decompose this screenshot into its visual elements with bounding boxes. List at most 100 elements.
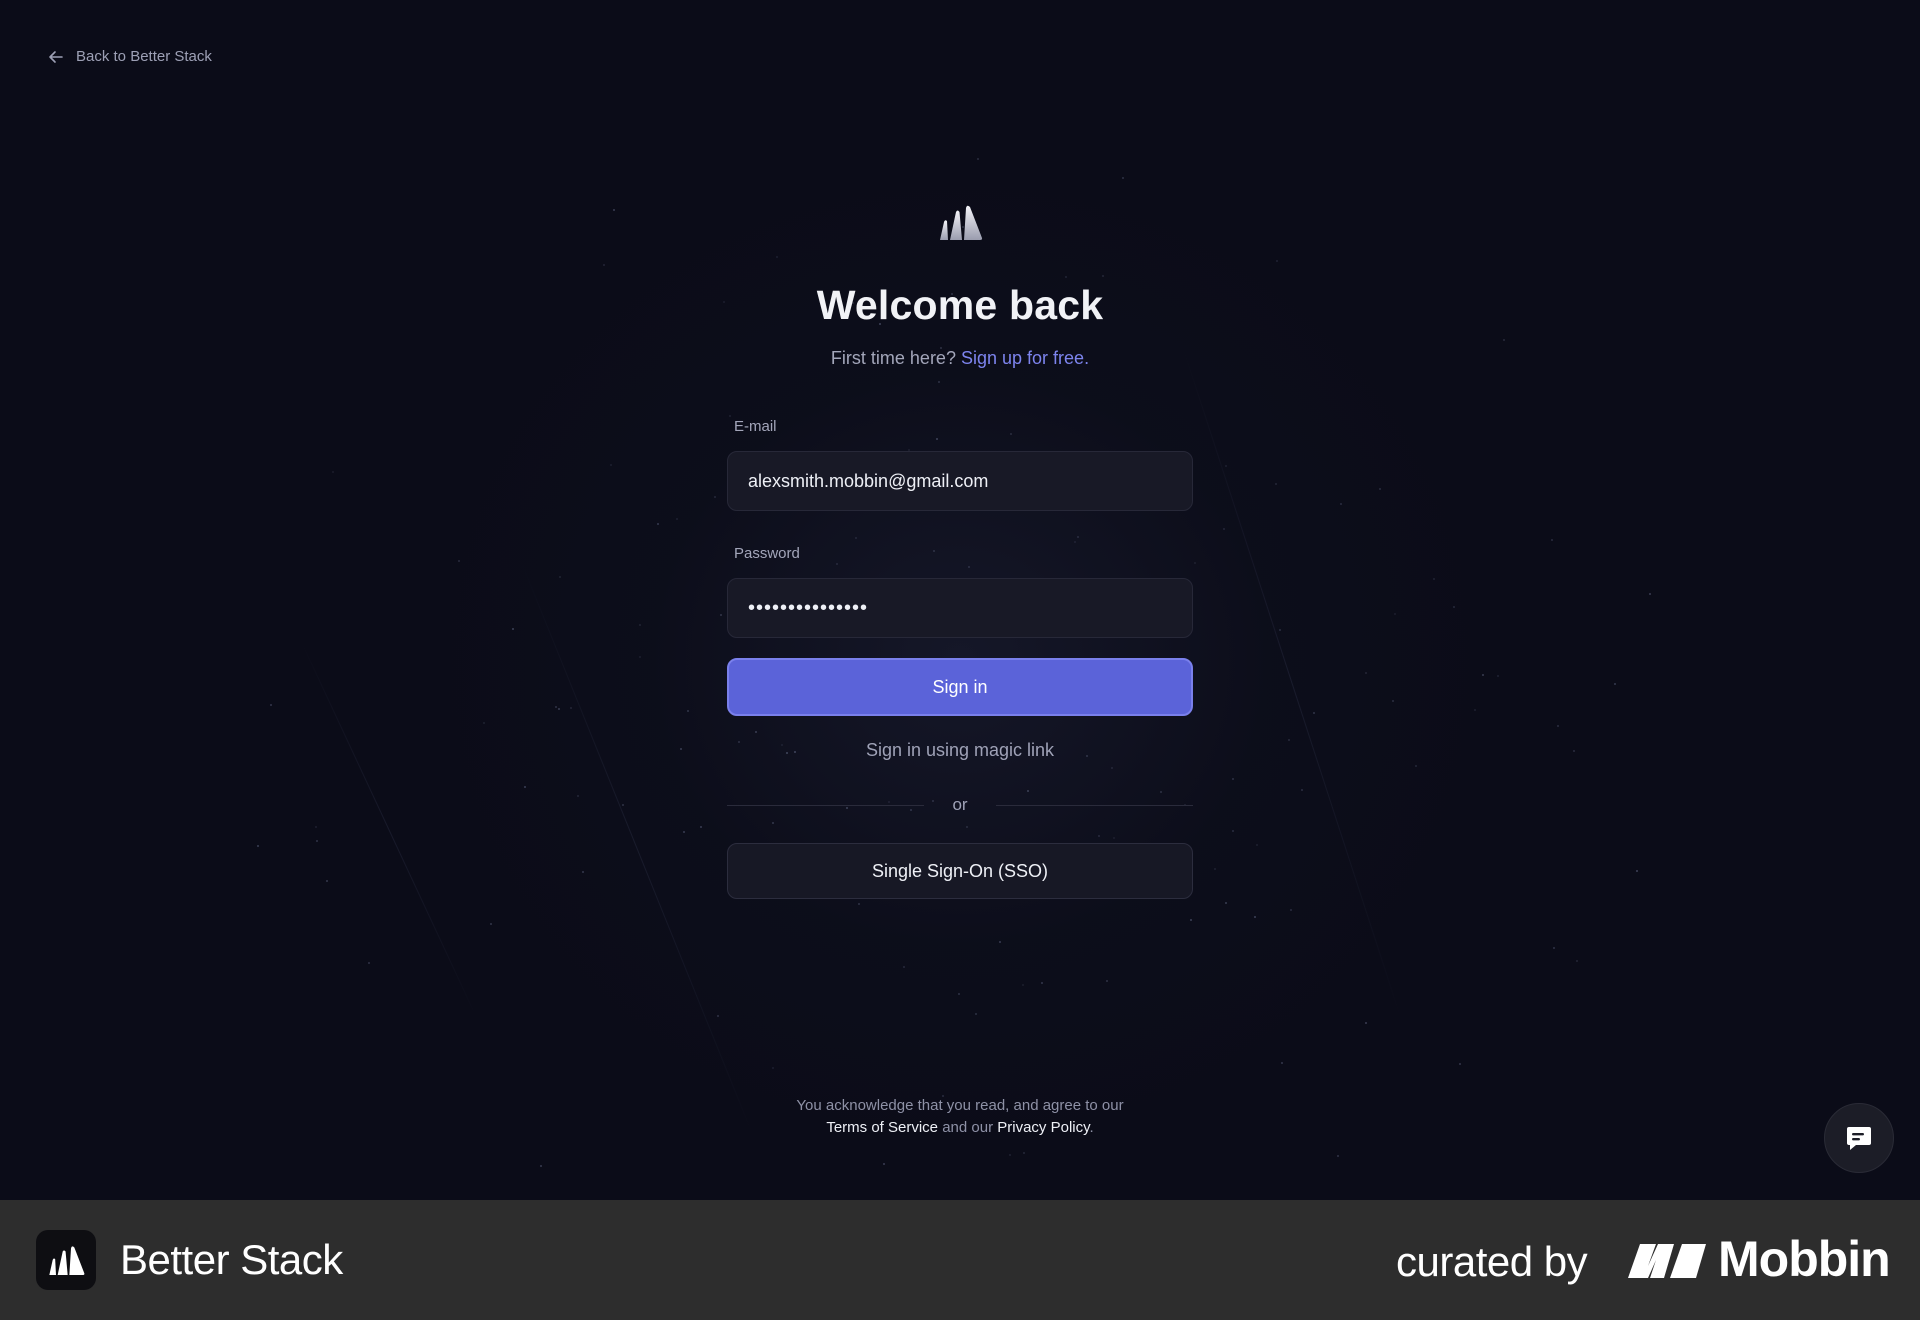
star-dot	[570, 707, 572, 709]
star-dot	[1276, 260, 1278, 262]
star-dot	[368, 962, 370, 964]
page-title: Welcome back	[816, 282, 1104, 328]
star-dot	[1551, 539, 1553, 541]
sign-in-button[interactable]: Sign in	[727, 658, 1193, 716]
star-dot	[639, 656, 641, 658]
star-dot	[257, 845, 259, 847]
star-dot	[1453, 606, 1455, 608]
star-dot	[1041, 982, 1043, 984]
star-dot	[1223, 528, 1225, 530]
magic-link-button[interactable]: Sign in using magic link	[727, 740, 1193, 761]
or-divider: or	[727, 795, 1193, 815]
star-dot	[729, 415, 731, 417]
star-dot	[1433, 578, 1435, 580]
page-background: Back to Better Stack Welcome back First …	[0, 0, 1920, 1200]
star-dot	[1636, 870, 1638, 872]
star-dot	[1106, 980, 1108, 982]
star-dot	[1365, 672, 1367, 674]
star-dot	[1225, 465, 1227, 467]
signup-link[interactable]: Sign up for free	[961, 348, 1084, 368]
arrow-left-icon	[49, 50, 63, 63]
star-dot	[700, 826, 702, 828]
star-dot	[1576, 960, 1578, 962]
star-dot	[883, 1163, 885, 1165]
star-dot	[1503, 339, 1505, 341]
chat-button[interactable]	[1824, 1103, 1894, 1173]
star-dot	[1301, 789, 1303, 791]
password-label: Password	[734, 545, 800, 562]
star-dot	[1553, 947, 1555, 949]
star-dot	[1122, 177, 1124, 179]
divider-line	[727, 804, 925, 806]
star-dot	[1340, 503, 1342, 505]
signup-prompt-text: First time here?	[830, 348, 956, 368]
divider-label: or	[952, 795, 968, 814]
star-dot	[555, 706, 557, 708]
star-dot	[1649, 593, 1651, 595]
email-field[interactable]: alexsmith.mobbin@gmail.com	[727, 451, 1193, 511]
star-dot	[772, 1067, 774, 1069]
terms-of-service-link[interactable]: Terms of Service	[826, 1119, 938, 1136]
star-dot	[1281, 1062, 1283, 1064]
star-dot	[676, 518, 678, 520]
star-dot	[512, 628, 514, 630]
back-to-better-stack-link[interactable]: Back to Better Stack	[48, 48, 212, 65]
star-dot	[680, 748, 682, 750]
star-dot	[1065, 276, 1067, 278]
star-dot	[1365, 1022, 1367, 1024]
star-dot	[717, 1015, 719, 1017]
star-dot	[1573, 750, 1575, 752]
signup-period: .	[1084, 348, 1090, 368]
better-stack-logo-icon	[49, 1246, 85, 1275]
star-dot	[613, 209, 615, 211]
star-dot	[1290, 909, 1292, 911]
sso-button[interactable]: Single Sign-On (SSO)	[727, 843, 1193, 899]
star-dot	[1557, 725, 1559, 727]
star-dot	[977, 158, 979, 160]
star-dot	[603, 264, 605, 266]
star-dot	[483, 722, 485, 724]
star-dot	[657, 523, 659, 525]
star-dot	[776, 256, 778, 258]
star-dot	[1337, 1155, 1339, 1157]
footer-bar: Better Stack curated by Mobbin	[0, 1200, 1920, 1320]
email-label: E-mail	[734, 418, 777, 435]
star-dot	[1392, 700, 1394, 702]
legal-line-1: You acknowledge that you read, and agree…	[796, 1097, 1124, 1114]
password-value: •••••••••••••••	[748, 596, 869, 619]
star-dot	[1279, 629, 1281, 631]
star-dot	[903, 966, 905, 968]
light-ray	[1180, 339, 1404, 1025]
star-dot	[1256, 844, 1258, 846]
star-dot	[1313, 712, 1315, 714]
password-field[interactable]: •••••••••••••••	[727, 578, 1193, 638]
star-dot	[999, 941, 1001, 943]
star-dot	[332, 471, 334, 473]
star-dot	[1497, 675, 1499, 677]
login-form: E-mail alexsmith.mobbin@gmail.com Passwo…	[727, 418, 1193, 899]
star-dot	[639, 624, 641, 626]
back-link-label: Back to Better Stack	[76, 48, 212, 65]
star-dot	[720, 614, 722, 616]
star-dot	[559, 576, 561, 578]
divider-line	[995, 804, 1193, 806]
legal-and-our: and our	[942, 1119, 994, 1136]
star-dot	[1225, 902, 1227, 904]
star-dot	[1275, 483, 1277, 485]
light-ray	[520, 559, 754, 1136]
better-stack-logo-icon	[940, 205, 983, 240]
signup-prompt: First time here? Sign up for free.	[0, 348, 1920, 369]
star-dot	[858, 903, 860, 905]
star-dot	[1232, 830, 1234, 832]
star-dot	[316, 840, 318, 842]
star-dot	[1232, 778, 1234, 780]
star-dot	[1009, 1154, 1011, 1156]
star-dot	[1614, 683, 1616, 685]
star-dot	[326, 880, 328, 882]
star-dot	[1394, 613, 1396, 615]
star-dot	[1022, 984, 1024, 986]
star-dot	[458, 560, 460, 562]
privacy-policy-link[interactable]: Privacy Policy	[997, 1119, 1089, 1136]
app-name: Better Stack	[120, 1236, 343, 1283]
star-dot	[1415, 765, 1417, 767]
